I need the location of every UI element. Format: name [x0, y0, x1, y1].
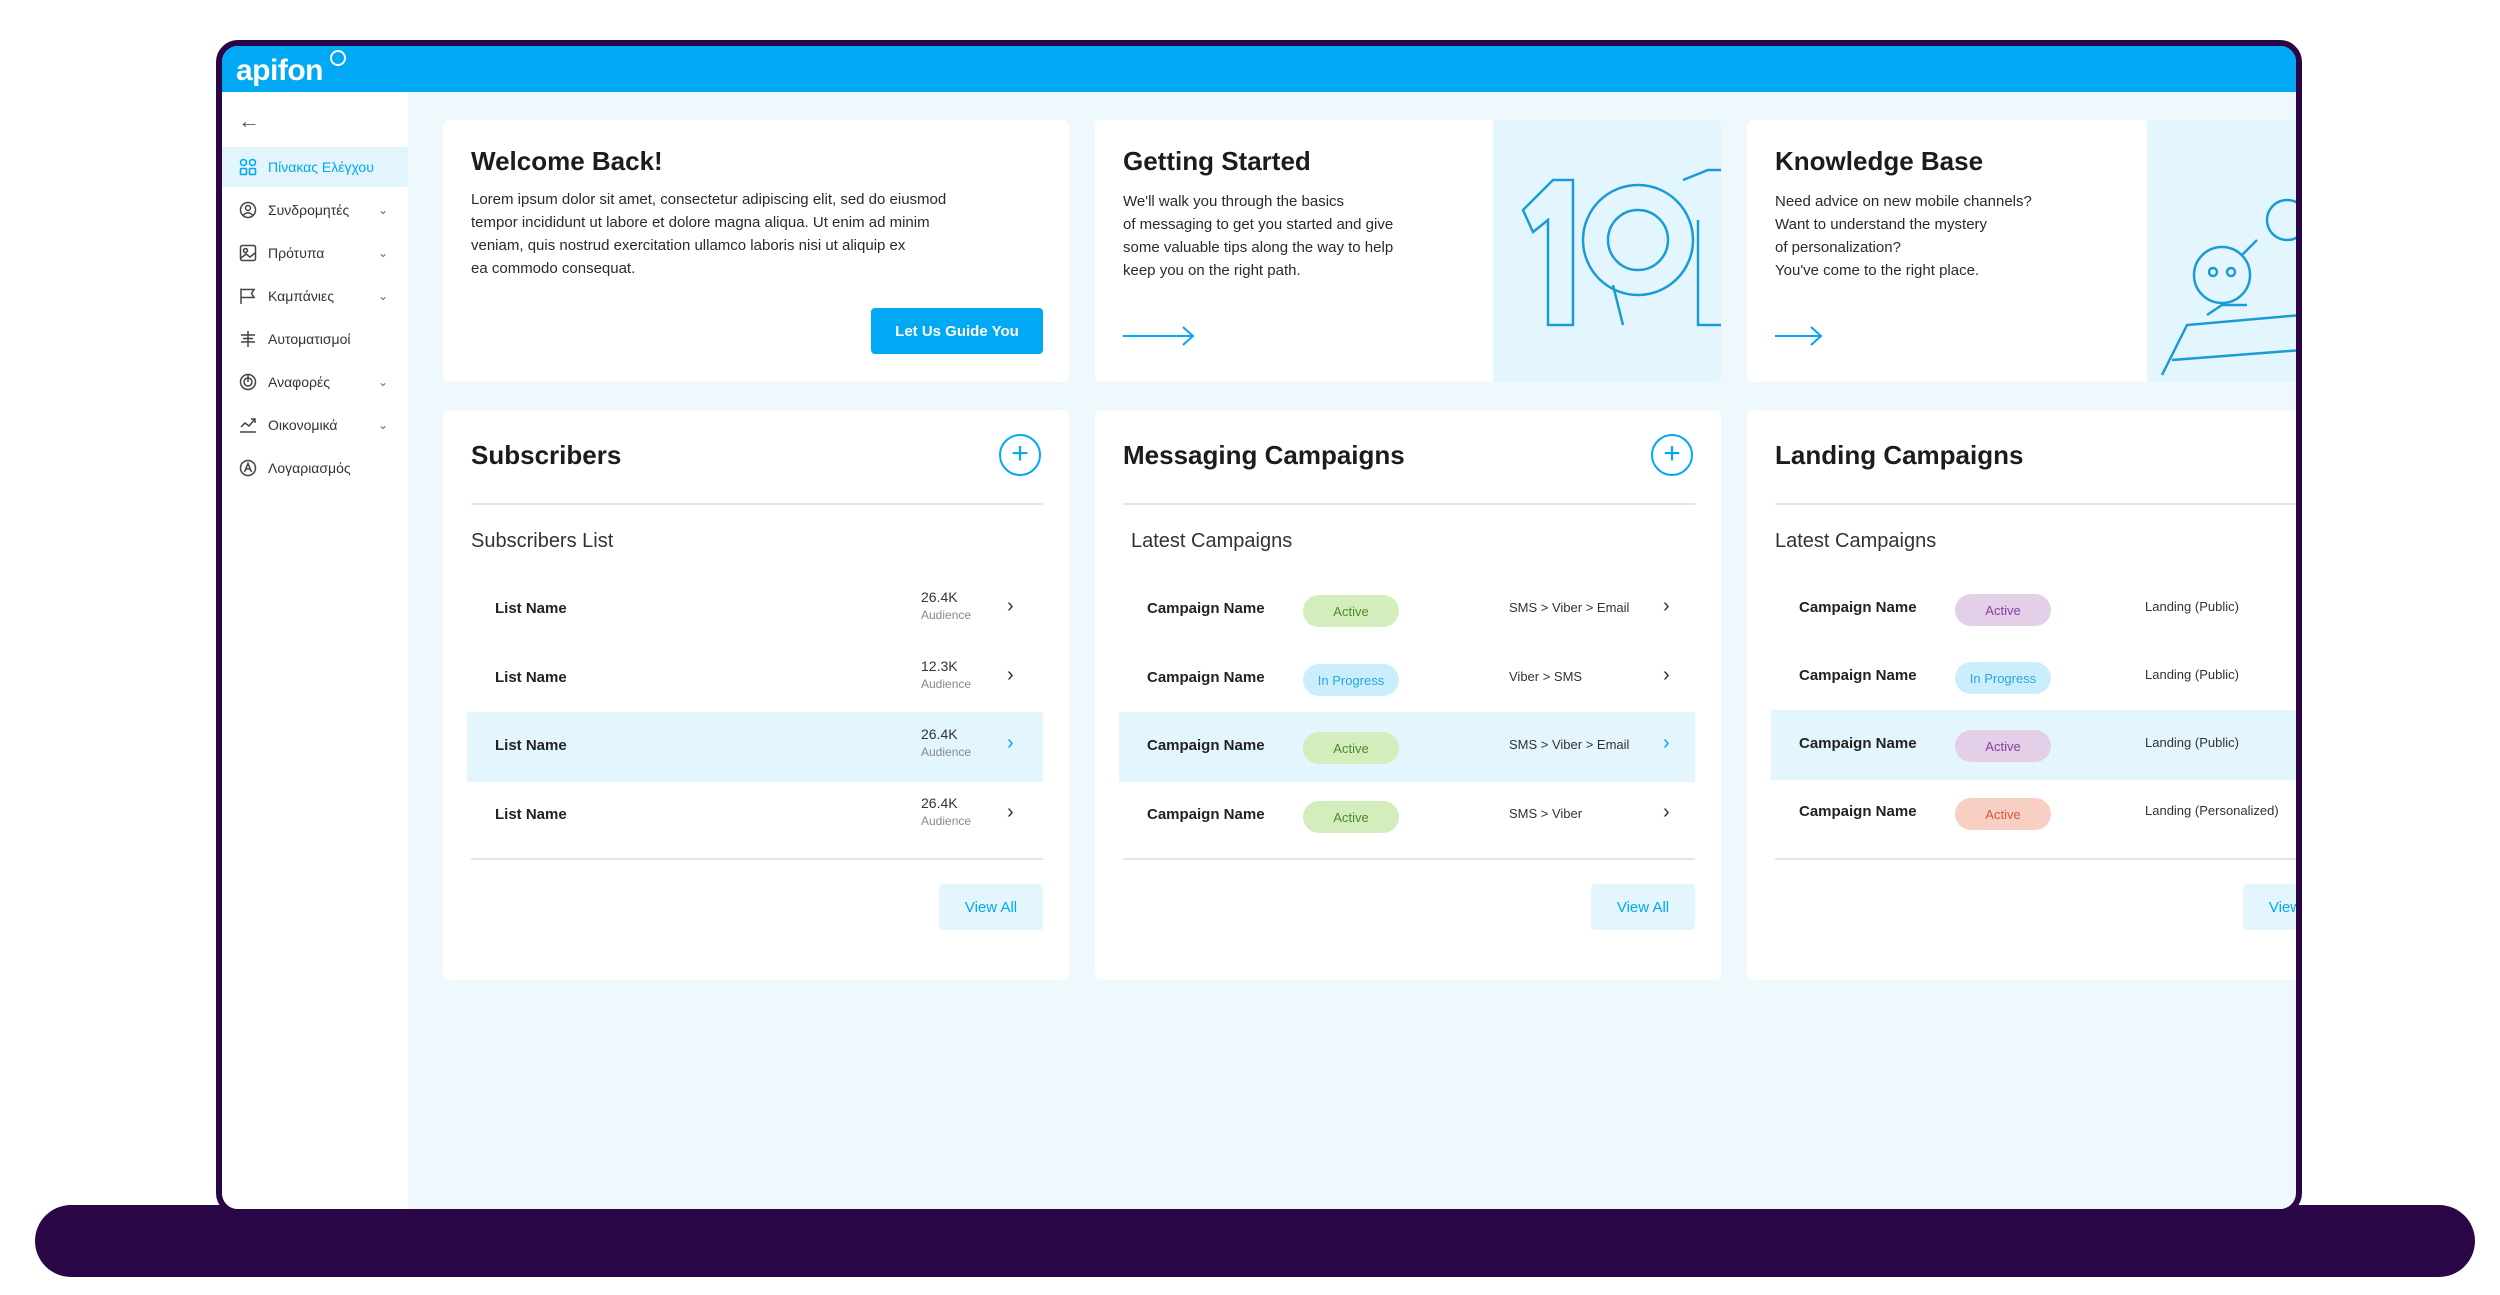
robot-illustration — [2147, 120, 2296, 382]
table-row[interactable]: Campaign Name Active SMS > Viber > Email… — [1119, 575, 1695, 645]
welcome-card: Welcome Back! Lorem ipsum dolor sit amet… — [443, 120, 1069, 382]
list-item[interactable]: List Name 12.3K Audience › — [467, 644, 1043, 714]
divider — [1123, 858, 1695, 860]
messaging-campaigns-card: Messaging Campaigns + Latest Campaigns C… — [1095, 410, 1721, 980]
sidebar-item-label: Συνδρομητές — [268, 202, 350, 218]
account-icon — [238, 458, 258, 478]
sidebar-item-templates[interactable]: Πρότυπα ⌄ — [222, 233, 408, 273]
101-illustration — [1493, 120, 1721, 382]
chevron-right-icon[interactable]: › — [1663, 595, 1670, 618]
chevron-down-icon: ⌄ — [378, 203, 389, 217]
sidebar-item-account[interactable]: Λογαριασμός — [222, 448, 408, 488]
arrow-right-icon[interactable] — [1775, 324, 1825, 348]
chevron-right-icon[interactable]: › — [1007, 595, 1014, 618]
subscribers-card: Subscribers + Subscribers List List Name… — [443, 410, 1069, 980]
table-row[interactable]: Campaign Name Active Landing (Personaliz… — [1771, 778, 2296, 848]
knowledge-base-text: Need advice on new mobile channels? Want… — [1775, 193, 2032, 279]
divider — [1123, 503, 1695, 505]
sidebar-item-dashboard[interactable]: Πίνακας Ελέγχου — [222, 147, 408, 187]
status-badge: Active — [1303, 595, 1399, 627]
table-row[interactable]: Campaign Name In Progress Landing (Publi… — [1771, 642, 2296, 712]
card-title: Knowledge Base — [1775, 146, 1984, 176]
reports-icon — [238, 372, 258, 392]
dashboard-icon — [238, 157, 258, 177]
list-item[interactable]: List Name 26.4K Audience › — [467, 712, 1043, 782]
view-all-campaigns-button[interactable]: View All — [1591, 884, 1695, 930]
apifon-logo[interactable]: apifon — [236, 54, 324, 88]
flag-icon — [238, 286, 258, 306]
sidebar-item-campaigns[interactable]: Καμπάνιες ⌄ — [222, 276, 408, 316]
sidebar-item-automations[interactable]: Αυτοματισμοί — [222, 319, 408, 359]
status-badge: In Progress — [1955, 662, 2051, 694]
table-row[interactable]: Campaign Name Active SMS > Viber › — [1119, 781, 1695, 851]
status-badge: Active — [1955, 730, 2051, 762]
subscribers-icon — [238, 200, 258, 220]
top-bar: apifon — [222, 46, 2296, 92]
knowledge-base-card[interactable]: Knowledge Base Need advice on new mobile… — [1747, 120, 2296, 382]
table-row[interactable]: Campaign Name Active Landing (Public) — [1771, 710, 2296, 780]
sidebar-item-label: Αυτοματισμοί — [268, 331, 351, 347]
logo-heart-icon — [330, 50, 346, 66]
chevron-down-icon: ⌄ — [378, 418, 389, 432]
back-arrow-icon[interactable]: ← — [238, 108, 260, 134]
chevron-down-icon: ⌄ — [378, 375, 389, 389]
getting-started-card[interactable]: Getting Started We'll walk you through t… — [1095, 120, 1721, 382]
sidebar-item-subscribers[interactable]: Συνδρομητές ⌄ — [222, 190, 408, 230]
list-item[interactable]: List Name 26.4K Audience › — [467, 575, 1043, 645]
chevron-right-icon[interactable]: › — [1663, 664, 1670, 687]
sidebar-item-finance[interactable]: Οικονομικά ⌄ — [222, 405, 408, 445]
laptop-base — [35, 1205, 2475, 1277]
sidebar-item-label: Λογαριασμός — [268, 460, 351, 476]
divider — [1775, 858, 2296, 860]
chevron-down-icon: ⌄ — [378, 246, 389, 260]
templates-icon — [238, 243, 258, 263]
laptop-screen: apifon ← Πίνακας Ελέγχου Συνδρομητές ⌄ Π… — [216, 40, 2302, 1215]
card-title: Landing Campaigns — [1775, 440, 2024, 470]
latest-campaigns-heading: Latest Campaigns — [1131, 530, 1293, 552]
card-title: Subscribers — [471, 440, 622, 470]
table-row[interactable]: Campaign Name Active Landing (Public) — [1771, 574, 2296, 644]
sidebar-item-label: Οικονομικά — [268, 417, 338, 433]
status-badge: In Progress — [1303, 664, 1399, 696]
status-badge: Active — [1303, 732, 1399, 764]
divider — [471, 503, 1043, 505]
divider — [1775, 503, 2296, 505]
status-badge: Active — [1303, 801, 1399, 833]
welcome-text: Lorem ipsum dolor sit amet, consectetur … — [471, 191, 947, 277]
sidebar-item-reports[interactable]: Αναφορές ⌄ — [222, 362, 408, 402]
chevron-right-icon[interactable]: › — [1007, 801, 1014, 824]
table-row[interactable]: Campaign Name Active SMS > Viber > Email… — [1119, 712, 1695, 782]
sidebar-item-label: Πίνακας Ελέγχου — [268, 159, 374, 175]
status-badge: Active — [1955, 594, 2051, 626]
status-badge: Active — [1955, 798, 2051, 830]
latest-campaigns-heading: Latest Campaigns — [1775, 530, 1937, 552]
chevron-right-icon[interactable]: › — [1663, 732, 1670, 755]
chevron-right-icon[interactable]: › — [1663, 801, 1670, 824]
sidebar-item-label: Καμπάνιες — [268, 288, 334, 304]
add-campaign-button[interactable]: + — [1651, 434, 1693, 476]
sidebar: ← Πίνακας Ελέγχου Συνδρομητές ⌄ Πρότυπα … — [222, 92, 408, 1209]
list-item[interactable]: List Name 26.4K Audience › — [467, 781, 1043, 851]
sidebar-item-label: Αναφορές — [268, 374, 330, 390]
view-all-subscribers-button[interactable]: View All — [939, 884, 1043, 930]
finance-icon — [238, 415, 258, 435]
arrow-right-icon[interactable] — [1123, 324, 1197, 348]
card-title: Messaging Campaigns — [1123, 440, 1405, 470]
sidebar-item-label: Πρότυπα — [268, 245, 325, 261]
card-title: Getting Started — [1123, 146, 1311, 176]
landing-campaigns-card: Landing Campaigns Latest Campaigns Campa… — [1747, 410, 2296, 980]
subscribers-list-heading: Subscribers List — [471, 530, 614, 552]
getting-started-text: We'll walk you through the basics of mes… — [1123, 193, 1394, 279]
card-title: Welcome Back! — [471, 146, 663, 176]
add-subscriber-button[interactable]: + — [999, 434, 1041, 476]
chevron-right-icon[interactable]: › — [1007, 732, 1014, 755]
view-all-landing-button[interactable]: View All — [2243, 884, 2296, 930]
automation-icon — [238, 329, 258, 349]
chevron-down-icon: ⌄ — [378, 289, 389, 303]
table-row[interactable]: Campaign Name In Progress Viber > SMS › — [1119, 644, 1695, 714]
guide-button[interactable]: Let Us Guide You — [871, 308, 1043, 354]
divider — [471, 858, 1043, 860]
chevron-right-icon[interactable]: › — [1007, 664, 1014, 687]
